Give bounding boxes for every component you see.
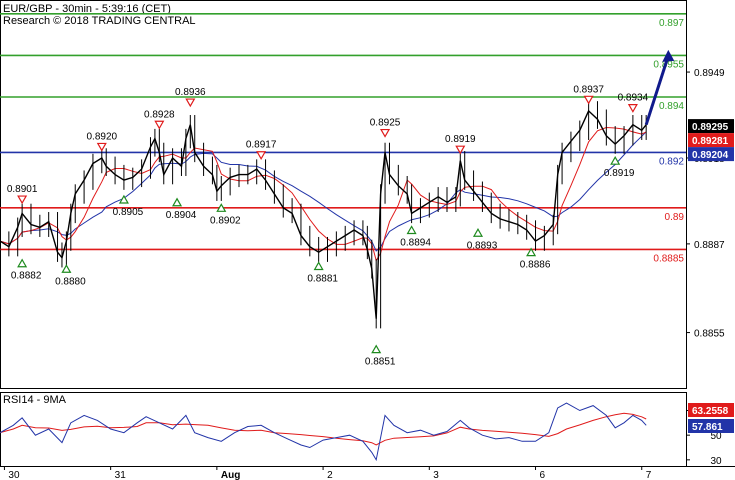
x-tick-label: 7 — [646, 470, 652, 480]
swing-low-marker — [171, 197, 183, 207]
price-chart: 0.89490.89180.88870.88550.8970.89550.894… — [0, 0, 735, 480]
level-label: 0.894 — [659, 101, 684, 112]
rsi-panel-frame — [0, 392, 687, 467]
swing-low-marker — [472, 228, 484, 237]
swing-low-label: 0.8893 — [467, 240, 498, 251]
swing-low-marker — [313, 261, 324, 271]
swing-high-marker — [256, 151, 267, 160]
swing-low-label: 0.8851 — [365, 357, 396, 368]
swing-low-label: 0.8905 — [113, 207, 144, 218]
blue-price-tag: 0.89204 — [692, 150, 729, 161]
main-panel-frame — [0, 0, 687, 389]
swing-high-marker — [96, 142, 107, 152]
ma-fast-line — [0, 126, 647, 262]
x-tick-label: 6 — [540, 470, 546, 480]
y-tick-label: 0.8887 — [694, 240, 725, 251]
x-tick-label: 2 — [327, 470, 333, 480]
swing-high-label: 0.8925 — [370, 118, 401, 129]
swing-low-label: 0.8919 — [604, 168, 635, 179]
swing-high-label: 0.8917 — [246, 140, 277, 151]
swing-high-label: 0.8936 — [175, 87, 206, 98]
swing-high-marker — [154, 120, 165, 130]
swing-low-marker — [610, 155, 621, 165]
swing-high-label: 0.8919 — [445, 134, 476, 145]
y-tick-label: 0.8949 — [694, 68, 725, 79]
level-label: 0.897 — [659, 18, 684, 29]
swing-low-label: 0.8882 — [11, 271, 42, 282]
y-tick-label: 0.8855 — [694, 329, 725, 340]
swing-high-marker — [380, 128, 391, 138]
swing-high-marker — [17, 195, 28, 205]
swing-low-label: 0.8894 — [400, 237, 431, 248]
swing-high-marker — [583, 95, 594, 105]
ma-price-tag: 0.89281 — [692, 136, 729, 147]
last-price-tag: 0.89295 — [692, 122, 729, 133]
level-label: 0.892 — [659, 156, 684, 167]
x-tick-label: 31 — [115, 470, 127, 480]
level-label: 0.8885 — [653, 253, 684, 264]
level-label: 0.89 — [665, 212, 685, 223]
swing-low-marker — [371, 344, 382, 354]
swing-low-marker — [406, 225, 417, 235]
x-tick-label: Aug — [221, 470, 240, 480]
swing-high-marker — [627, 104, 638, 113]
swing-low-marker — [17, 258, 28, 268]
x-tick-label: 3 — [433, 470, 439, 480]
swing-low-label: 0.8886 — [520, 260, 551, 271]
swing-high-marker — [185, 98, 196, 108]
swing-low-label: 0.8904 — [166, 210, 197, 221]
swing-low-label: 0.8880 — [55, 276, 86, 287]
swing-high-label: 0.8928 — [144, 109, 175, 120]
rsi-line — [0, 402, 647, 462]
swing-low-marker — [61, 264, 72, 273]
swing-high-label: 0.8937 — [573, 84, 604, 95]
swing-low-label: 0.8902 — [210, 215, 241, 226]
swing-low-label: 0.8881 — [307, 274, 338, 285]
rsi-value-label: 57.861 — [692, 422, 723, 433]
swing-high-label: 0.8901 — [7, 184, 38, 195]
rsi-tick-label: 30 — [710, 456, 722, 467]
x-tick-label: 30 — [8, 470, 20, 480]
rsi-value-label: 63.2558 — [692, 406, 729, 417]
swing-high-label: 0.8920 — [86, 131, 117, 142]
swing-high-label: 0.8934 — [618, 93, 649, 104]
